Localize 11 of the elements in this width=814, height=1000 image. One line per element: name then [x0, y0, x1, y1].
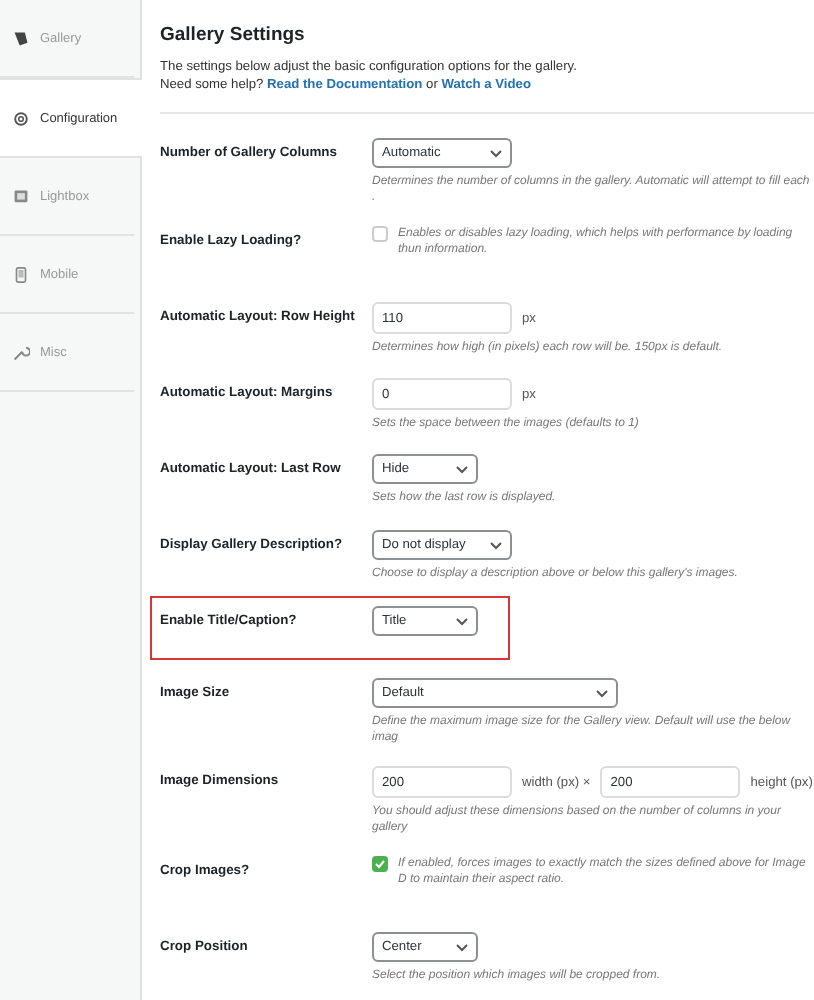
caret-icon	[490, 541, 502, 549]
phone-icon	[12, 265, 30, 283]
caret-icon	[456, 617, 468, 625]
image-icon	[12, 187, 30, 205]
checkbox[interactable]	[372, 856, 388, 872]
caret-icon	[456, 465, 468, 473]
caret-icon	[456, 943, 468, 951]
caret-icon	[490, 149, 502, 157]
caret-icon	[596, 689, 608, 697]
section-title: Gallery Settings	[160, 24, 307, 46]
checkbox[interactable]	[372, 226, 388, 242]
